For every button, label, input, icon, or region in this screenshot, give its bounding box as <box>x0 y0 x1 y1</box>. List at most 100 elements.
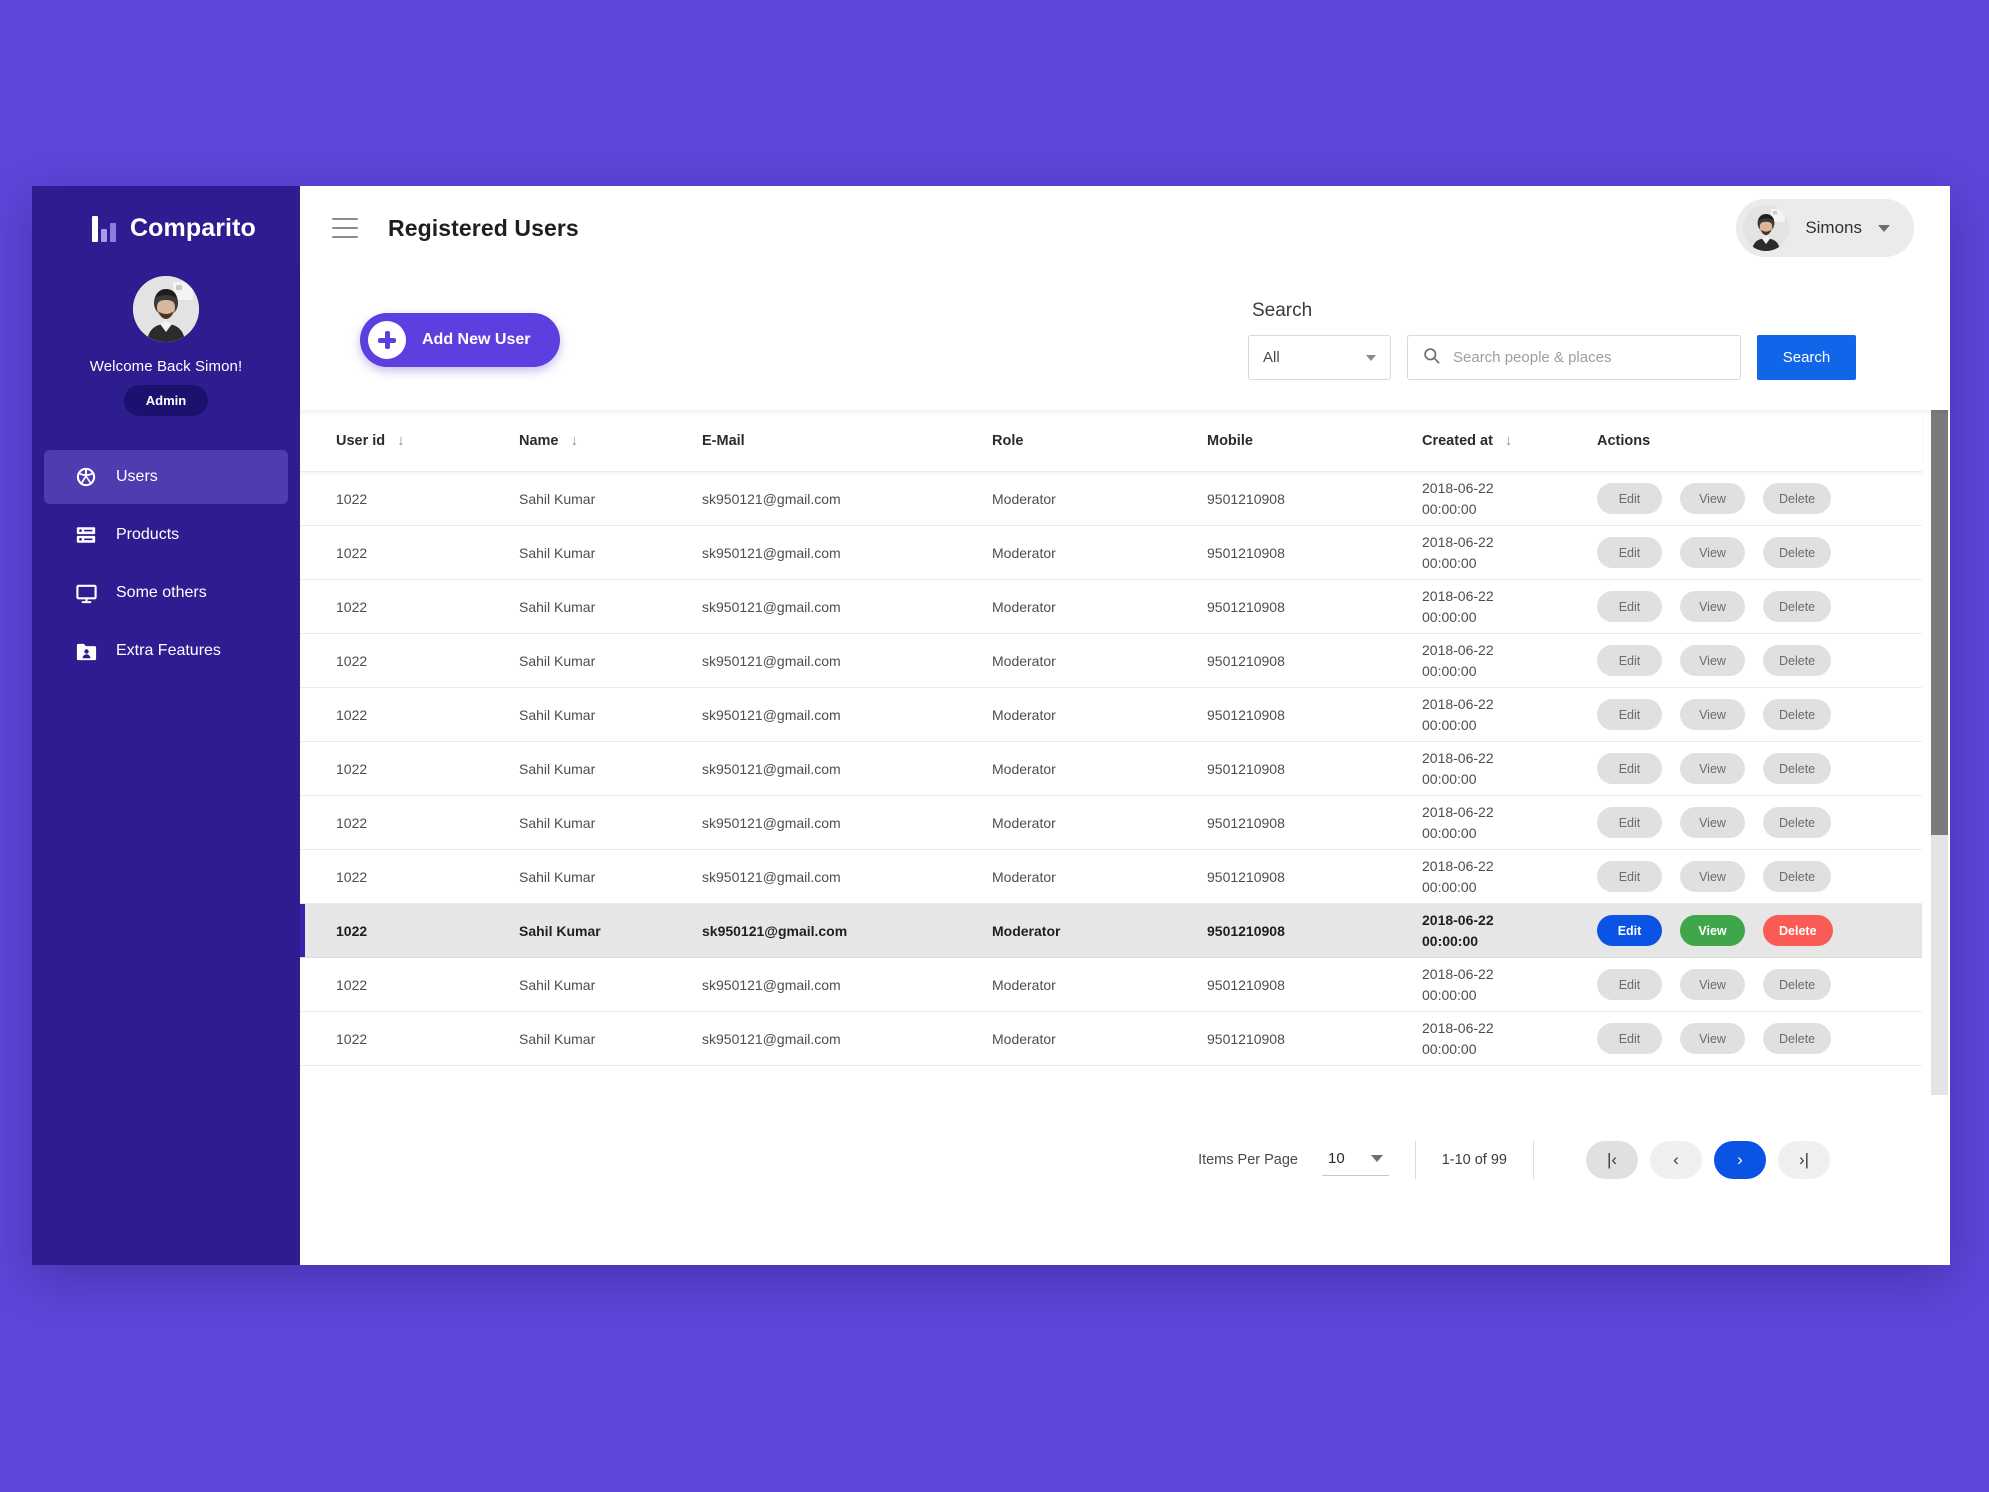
table-row[interactable]: 1022 Sahil Kumar sk950121@gmail.com Moderat… <box>300 688 1922 742</box>
delete-button[interactable]: Delete <box>1763 753 1832 784</box>
created-time: 00:00:00 <box>1422 824 1477 841</box>
cell-user-id: 1022 <box>336 544 368 561</box>
cell-actions: Edit View Delete <box>1597 861 1922 892</box>
view-button[interactable]: View <box>1680 807 1745 838</box>
delete-button[interactable]: Delete <box>1763 861 1832 892</box>
view-button[interactable]: View <box>1680 483 1745 514</box>
sidebar-item-extra-features[interactable]: Extra Features <box>44 624 288 678</box>
cell-user-id: 1022 <box>336 976 368 993</box>
view-button[interactable]: View <box>1680 1023 1745 1054</box>
edit-button[interactable]: Edit <box>1597 915 1662 946</box>
sidebar-item-label: Some others <box>116 584 207 601</box>
created-date: 2018-06-22 <box>1422 696 1494 713</box>
cell-mobile: 9501210908 <box>1207 706 1285 723</box>
sidebar-profile: Welcome Back Simon! Admin <box>32 276 300 416</box>
edit-button[interactable]: Edit <box>1597 591 1662 622</box>
delete-button[interactable]: Delete <box>1763 699 1832 730</box>
view-button[interactable]: View <box>1680 969 1745 1000</box>
first-page-button[interactable]: |‹ <box>1586 1141 1638 1179</box>
search-button[interactable]: Search <box>1757 335 1856 380</box>
sidebar-item-users[interactable]: Users <box>44 450 288 504</box>
hamburger-menu-icon[interactable] <box>332 218 358 238</box>
delete-button[interactable]: Delete <box>1763 591 1832 622</box>
delete-button[interactable]: Delete <box>1763 1023 1832 1054</box>
column-header-created-at[interactable]: Created at ↓ <box>1422 433 1597 449</box>
cell-user-id: 1022 <box>336 1030 368 1047</box>
edit-button[interactable]: Edit <box>1597 753 1662 784</box>
pagination-buttons: |‹ ‹ › ›| <box>1586 1141 1830 1179</box>
table-row[interactable]: 1022 Sahil Kumar sk950121@gmail.com Moderat… <box>300 1012 1922 1066</box>
search-input[interactable] <box>1453 349 1728 366</box>
sidebar-item-products[interactable]: Products <box>44 508 288 562</box>
edit-button[interactable]: Edit <box>1597 1023 1662 1054</box>
delete-button[interactable]: Delete <box>1763 915 1833 946</box>
edit-button[interactable]: Edit <box>1597 699 1662 730</box>
cell-created-at: 2018-06-22 00:00:00 <box>1422 1018 1597 1059</box>
column-header-actions: Actions <box>1597 432 1651 449</box>
cell-actions: Edit View Delete <box>1597 807 1922 838</box>
view-button[interactable]: View <box>1680 645 1745 676</box>
cell-created-at: 2018-06-22 00:00:00 <box>1422 694 1597 735</box>
cell-created-at: 2018-06-22 00:00:00 <box>1422 532 1597 573</box>
cell-actions: Edit View Delete <box>1597 483 1922 514</box>
view-button[interactable]: View <box>1680 699 1745 730</box>
created-time: 00:00:00 <box>1422 500 1477 517</box>
column-header-user-id[interactable]: User id ↓ <box>336 433 519 449</box>
table-row[interactable]: 1022 Sahil Kumar sk950121@gmail.com Moderat… <box>300 958 1922 1012</box>
view-button[interactable]: View <box>1680 861 1745 892</box>
created-date: 2018-06-22 <box>1422 804 1494 821</box>
edit-button[interactable]: Edit <box>1597 645 1662 676</box>
search-heading: Search <box>1252 300 1313 321</box>
edit-button[interactable]: Edit <box>1597 483 1662 514</box>
table-row[interactable]: 1022 Sahil Kumar sk950121@gmail.com Moderat… <box>300 904 1922 958</box>
cell-role: Moderator <box>992 652 1056 669</box>
cell-mobile: 9501210908 <box>1207 814 1285 831</box>
table-row[interactable]: 1022 Sahil Kumar sk950121@gmail.com Moderat… <box>300 526 1922 580</box>
table-row[interactable]: 1022 Sahil Kumar sk950121@gmail.com Moderat… <box>300 634 1922 688</box>
column-header-name[interactable]: Name ↓ <box>519 433 702 449</box>
table-row[interactable]: 1022 Sahil Kumar sk950121@gmail.com Moderat… <box>300 742 1922 796</box>
delete-button[interactable]: Delete <box>1763 483 1832 514</box>
cell-name: Sahil Kumar <box>519 490 596 507</box>
delete-button[interactable]: Delete <box>1763 645 1832 676</box>
role-badge: Admin <box>123 385 209 416</box>
edit-button[interactable]: Edit <box>1597 861 1662 892</box>
cell-user-id: 1022 <box>336 922 368 939</box>
delete-button[interactable]: Delete <box>1763 807 1832 838</box>
delete-button[interactable]: Delete <box>1763 537 1832 568</box>
table-row[interactable]: 1022 Sahil Kumar sk950121@gmail.com Moderat… <box>300 796 1922 850</box>
add-user-button[interactable]: Add New User <box>360 313 561 367</box>
user-menu-name: Simons <box>1805 218 1862 237</box>
last-page-button[interactable]: ›| <box>1778 1141 1830 1179</box>
items-per-page-select[interactable]: 10 <box>1322 1144 1389 1176</box>
view-button[interactable]: View <box>1680 537 1745 568</box>
cell-role: Moderator <box>992 814 1056 831</box>
view-button[interactable]: View <box>1680 753 1745 784</box>
previous-page-button[interactable]: ‹ <box>1650 1141 1702 1179</box>
edit-button[interactable]: Edit <box>1597 807 1662 838</box>
delete-button[interactable]: Delete <box>1763 969 1832 1000</box>
page-title: Registered Users <box>388 214 579 241</box>
table-row[interactable]: 1022 Sahil Kumar sk950121@gmail.com Moderat… <box>300 580 1922 634</box>
cell-role: Moderator <box>992 922 1061 939</box>
created-date: 2018-06-22 <box>1422 480 1494 497</box>
edit-button[interactable]: Edit <box>1597 969 1662 1000</box>
view-button[interactable]: View <box>1680 915 1745 946</box>
app-window: Comparito Welcome Back Simon! Admin User… <box>32 186 1950 1265</box>
user-menu[interactable]: Simons <box>1736 199 1914 257</box>
edit-button[interactable]: Edit <box>1597 537 1662 568</box>
cell-role: Moderator <box>992 760 1056 777</box>
sidebar-item-some-others[interactable]: Some others <box>44 566 288 620</box>
vertical-scrollbar[interactable] <box>1931 410 1948 1095</box>
cell-role: Moderator <box>992 490 1056 507</box>
cell-mobile: 9501210908 <box>1207 1030 1285 1047</box>
table-row[interactable]: 1022 Sahil Kumar sk950121@gmail.com Moderat… <box>300 850 1922 904</box>
scrollbar-thumb[interactable] <box>1931 410 1948 835</box>
next-page-button[interactable]: › <box>1714 1141 1766 1179</box>
cell-created-at: 2018-06-22 00:00:00 <box>1422 802 1597 843</box>
search-filter-select[interactable]: All <box>1248 335 1391 380</box>
created-time: 00:00:00 <box>1422 554 1477 571</box>
view-button[interactable]: View <box>1680 591 1745 622</box>
magnifier-icon <box>1422 346 1441 370</box>
table-row[interactable]: 1022 Sahil Kumar sk950121@gmail.com Moderat… <box>300 472 1922 526</box>
